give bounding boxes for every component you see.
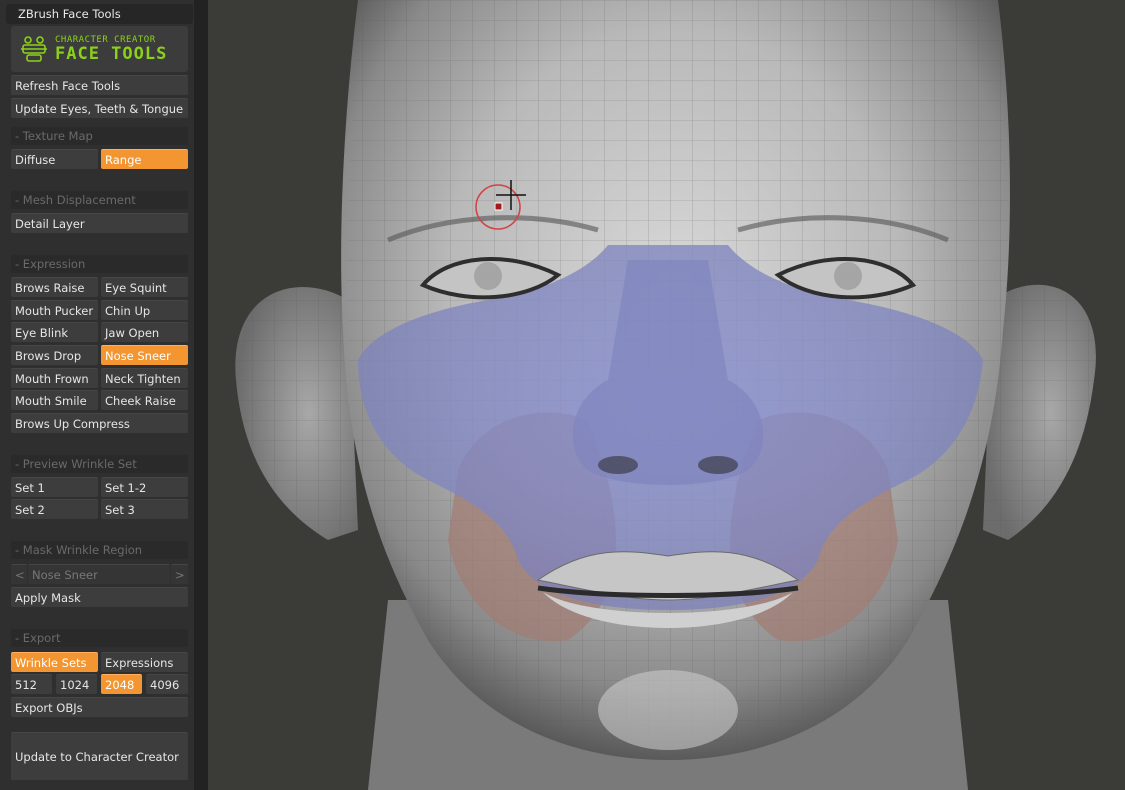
set-3-button[interactable]: Set 3 [101, 499, 188, 519]
export-section-header[interactable]: - Export [11, 629, 188, 647]
brows-raise-button[interactable]: Brows Raise [11, 277, 98, 297]
apply-mask-button[interactable]: Apply Mask [11, 587, 188, 607]
panel-divider [194, 0, 208, 790]
brows-up-compress-button[interactable]: Brows Up Compress [11, 413, 188, 433]
wrinkle-sets-button[interactable]: Wrinkle Sets [11, 652, 98, 672]
expression-section-header[interactable]: - Expression [11, 255, 188, 273]
export-objs-button[interactable]: Export OBJs [11, 697, 188, 717]
set-2-button[interactable]: Set 2 [11, 499, 98, 519]
texture-map-section-header[interactable]: - Texture Map [11, 127, 188, 145]
face-tools-panel: ZBrush Face Tools CHARACTER CREATOR FACE… [0, 0, 198, 790]
eye-squint-button[interactable]: Eye Squint [101, 277, 188, 297]
refresh-face-tools-button[interactable]: Refresh Face Tools [11, 75, 188, 95]
mouth-smile-button[interactable]: Mouth Smile [11, 390, 98, 410]
eye-blink-button[interactable]: Eye Blink [11, 322, 98, 342]
mesh-displacement-section-header[interactable]: - Mesh Displacement [11, 191, 188, 209]
size-4096-button[interactable]: 4096 [146, 674, 188, 694]
nose-sneer-button[interactable]: Nose Sneer [101, 345, 188, 365]
3d-viewport[interactable] [208, 0, 1125, 790]
face-tools-logo: CHARACTER CREATOR FACE TOOLS [11, 26, 188, 72]
mouth-pucker-button[interactable]: Mouth Pucker [11, 300, 98, 320]
jaw-open-button[interactable]: Jaw Open [101, 322, 188, 342]
logo-title: FACE TOOLS [55, 44, 168, 64]
range-button[interactable]: Range [101, 149, 188, 169]
mask-region-prev-button[interactable]: < [11, 564, 27, 584]
head-sculpt-render [235, 0, 1096, 790]
preview-wrinkle-set-section-header[interactable]: - Preview Wrinkle Set [11, 455, 188, 473]
expressions-button[interactable]: Expressions [101, 652, 188, 672]
mask-region-next-button[interactable]: > [171, 564, 188, 584]
size-512-button[interactable]: 512 [11, 674, 52, 694]
cheek-raise-button[interactable]: Cheek Raise [101, 390, 188, 410]
set-1-button[interactable]: Set 1 [11, 477, 98, 497]
brows-drop-button[interactable]: Brows Drop [11, 345, 98, 365]
mask-wrinkle-region-section-header[interactable]: - Mask Wrinkle Region [11, 541, 188, 559]
mask-region-slider[interactable]: Nose Sneer [28, 564, 170, 584]
neck-tighten-button[interactable]: Neck Tighten [101, 368, 188, 388]
set-1-2-button[interactable]: Set 1-2 [101, 477, 188, 497]
update-eyes-teeth-tongue-button[interactable]: Update Eyes, Teeth & Tongue [11, 98, 188, 118]
chin-up-button[interactable]: Chin Up [101, 300, 188, 320]
update-to-character-creator-button[interactable]: Update to Character Creator [11, 732, 188, 780]
chin [598, 670, 738, 750]
panel-title: ZBrush Face Tools [6, 4, 193, 24]
size-2048-button[interactable]: 2048 [101, 674, 142, 694]
diffuse-button[interactable]: Diffuse [11, 149, 98, 169]
mouth-frown-button[interactable]: Mouth Frown [11, 368, 98, 388]
detail-layer-button[interactable]: Detail Layer [11, 213, 188, 233]
size-1024-button[interactable]: 1024 [56, 674, 97, 694]
face-tools-logo-icon [21, 36, 47, 62]
